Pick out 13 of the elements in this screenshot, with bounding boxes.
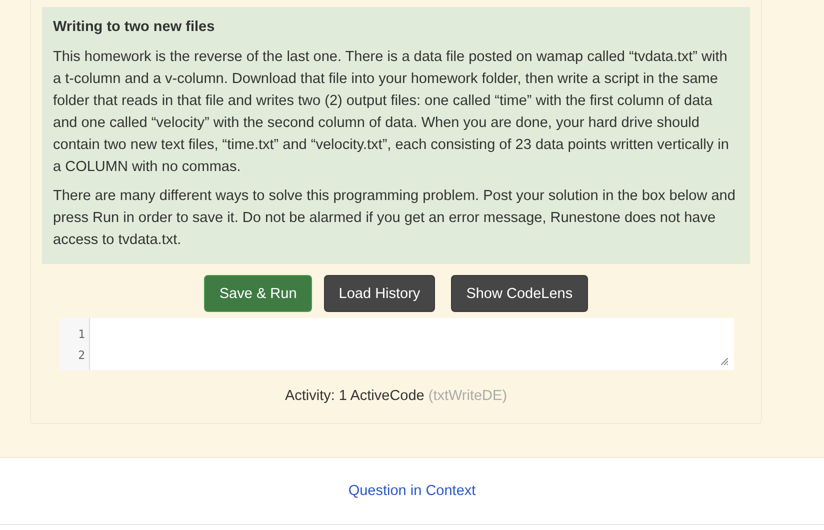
code-editor[interactable]: 1 2 bbox=[59, 318, 734, 370]
line-number: 2 bbox=[77, 347, 86, 364]
question-in-context-link[interactable]: Question in Context bbox=[348, 483, 476, 499]
action-button[interactable]: Save & Run bbox=[204, 275, 312, 312]
action-button[interactable]: Load History bbox=[324, 275, 436, 312]
activity-id: (txtWriteDE) bbox=[428, 388, 508, 404]
question-title: Writing to two new files bbox=[53, 18, 216, 37]
question-paragraph: This homework is the reverse of the last one. There is a data file posted on wamap called “tvdata.txt” with a t-column and a v-column. Download that file into your homework folder, then write a script in the same folder that reads in that file and writes two (2) output files: one called “time” with the first column of data and one called “velocity” with the second column of data. When you are done, your hard drive should contain two new text files, “time.txt” and “velocity.txt”, each consisting of 23 data points written vertically in a COLUMN with no commas. bbox=[53, 48, 730, 177]
action-button[interactable]: Show CodeLens bbox=[451, 275, 588, 312]
line-number: 1 bbox=[77, 326, 86, 343]
question-paragraph: There are many different ways to solve this programming problem. Post your solution in the box below and press Run in order to save it. Do not be alarmed if you get an error message, Runestone does not have access to tvdata.txt. bbox=[53, 187, 736, 250]
activity-label: Activity: 1 ActiveCode bbox=[284, 388, 424, 404]
resize-grip-icon[interactable] bbox=[721, 358, 728, 365]
